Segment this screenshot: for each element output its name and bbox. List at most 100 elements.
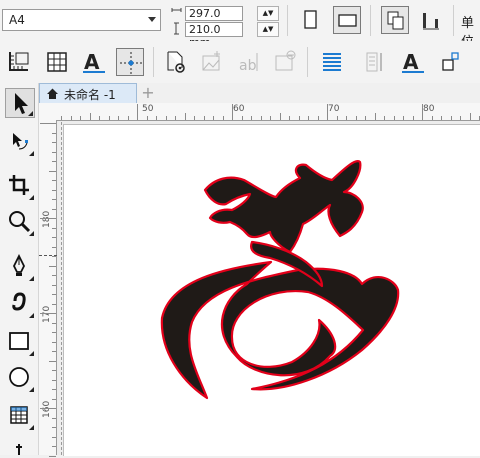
height-spinner[interactable]: ▲▼ <box>257 22 279 37</box>
ruler-tick <box>194 116 195 120</box>
zoom-tool[interactable] <box>5 207 35 237</box>
ruler-tick <box>213 116 214 120</box>
ruler-label: 180 <box>42 210 52 228</box>
rectangle-tool[interactable] <box>5 327 35 357</box>
height-field[interactable]: 210.0 mm <box>185 22 243 49</box>
add-tab-button[interactable]: + <box>141 85 155 101</box>
artistic-media-tool[interactable] <box>5 289 35 319</box>
ruler-tick <box>52 199 56 200</box>
vertical-ruler[interactable]: 180 170 160 <box>39 120 57 457</box>
landscape-button[interactable] <box>333 6 361 34</box>
current-page-icon <box>423 13 439 30</box>
ruler-tick <box>40 123 56 124</box>
ruler-label: 50 <box>142 104 154 114</box>
ruler-tick <box>70 116 72 120</box>
ruler-tick <box>52 332 56 333</box>
ruler-tick <box>52 446 56 447</box>
dragon-artwork[interactable] <box>150 150 410 410</box>
ruler-tick <box>308 116 309 120</box>
flyout-indicator <box>29 351 34 356</box>
ruler-tick <box>52 132 56 134</box>
ruler-tick <box>460 116 461 120</box>
portrait-icon <box>304 10 317 29</box>
ruler-tick <box>241 116 243 120</box>
svg-text:A: A <box>403 50 419 74</box>
ruler-tick <box>412 116 414 120</box>
crop-tool[interactable] <box>5 171 35 201</box>
property-bar: A4 297.0 mm ▲▼ 210.0 mm ▲▼ 单位 <box>0 0 480 50</box>
text-frame-button[interactable]: ab <box>235 48 263 76</box>
ruler-tick <box>52 341 56 343</box>
flyout-indicator <box>28 111 33 116</box>
add-image-button[interactable] <box>198 48 226 76</box>
ruler-tick <box>52 237 56 238</box>
ruler-label: 70 <box>328 104 340 114</box>
ruler-options-button[interactable] <box>5 48 33 76</box>
paper-size-select[interactable]: A4 <box>2 9 161 31</box>
ruler-tick <box>52 398 56 400</box>
ruler-tick <box>327 104 328 120</box>
ruler-tick <box>52 227 56 229</box>
paragraph-button[interactable] <box>361 48 389 76</box>
freehand-tool[interactable] <box>5 252 35 282</box>
ruler-tick <box>469 113 471 120</box>
all-pages-button[interactable] <box>381 6 409 34</box>
ruler-tick <box>52 161 56 162</box>
ruler-tick <box>393 116 395 120</box>
portrait-button[interactable] <box>296 6 324 34</box>
ellipse-tool[interactable] <box>5 363 35 393</box>
text-options-button[interactable]: A <box>80 48 108 76</box>
shape-tool[interactable] <box>5 127 35 157</box>
document-tab-strip: 未命名 -1 + <box>39 83 480 103</box>
table-tool[interactable] <box>5 401 35 431</box>
pick-tool[interactable] <box>5 88 35 118</box>
ruler-label: 160 <box>42 400 52 418</box>
width-field[interactable]: 297.0 mm <box>185 6 243 33</box>
page-options-icon <box>167 51 185 73</box>
ruler-tick <box>146 116 148 120</box>
ruler-options-icon <box>9 52 29 71</box>
flyout-indicator <box>29 276 34 281</box>
ruler-corner[interactable] <box>39 103 57 121</box>
ruler-tick <box>52 256 56 257</box>
ruler-tick <box>52 427 56 428</box>
text-align-button[interactable] <box>318 48 346 76</box>
transform-icon <box>442 52 459 71</box>
flyout-indicator <box>29 425 34 430</box>
ruler-tick <box>52 379 56 381</box>
dragon-crest-shape <box>203 160 364 254</box>
ruler-tick <box>52 180 56 181</box>
ruler-tick <box>251 116 252 120</box>
ruler-tick <box>52 303 56 305</box>
separator <box>307 47 308 77</box>
ruler-tick <box>317 116 319 120</box>
ruler-tick <box>52 275 56 276</box>
ruler-tick <box>260 116 262 120</box>
text-frame-icon: ab <box>239 53 258 74</box>
guidelines-button[interactable] <box>116 48 144 76</box>
ruler-tick <box>40 408 56 409</box>
ruler-tick <box>108 116 110 120</box>
ruler-tick <box>355 116 357 120</box>
flyout-indicator <box>29 231 34 236</box>
page-options-button[interactable] <box>161 48 189 76</box>
width-spinner[interactable]: ▲▼ <box>257 6 279 21</box>
remove-image-button[interactable] <box>271 48 299 76</box>
toolbox <box>0 83 39 455</box>
document-tab[interactable]: 未命名 -1 <box>39 83 137 103</box>
more-tools-icon[interactable] <box>14 443 24 455</box>
grid-options-button[interactable] <box>43 48 71 76</box>
character-format-button[interactable]: A <box>399 48 427 76</box>
ruler-tick <box>49 170 56 172</box>
ruler-tick <box>431 116 433 120</box>
transform-button[interactable] <box>437 48 465 76</box>
grid-options-icon <box>47 52 67 72</box>
ruler-tick <box>137 104 138 120</box>
ruler-tick <box>52 142 56 143</box>
ruler-tick <box>270 116 271 120</box>
ruler-tick <box>184 113 186 120</box>
ruler-tick <box>49 265 56 267</box>
horizontal-ruler[interactable]: 50 60 70 80 <box>56 103 480 121</box>
ruler-tick <box>222 116 224 120</box>
current-page-button[interactable] <box>417 6 445 34</box>
